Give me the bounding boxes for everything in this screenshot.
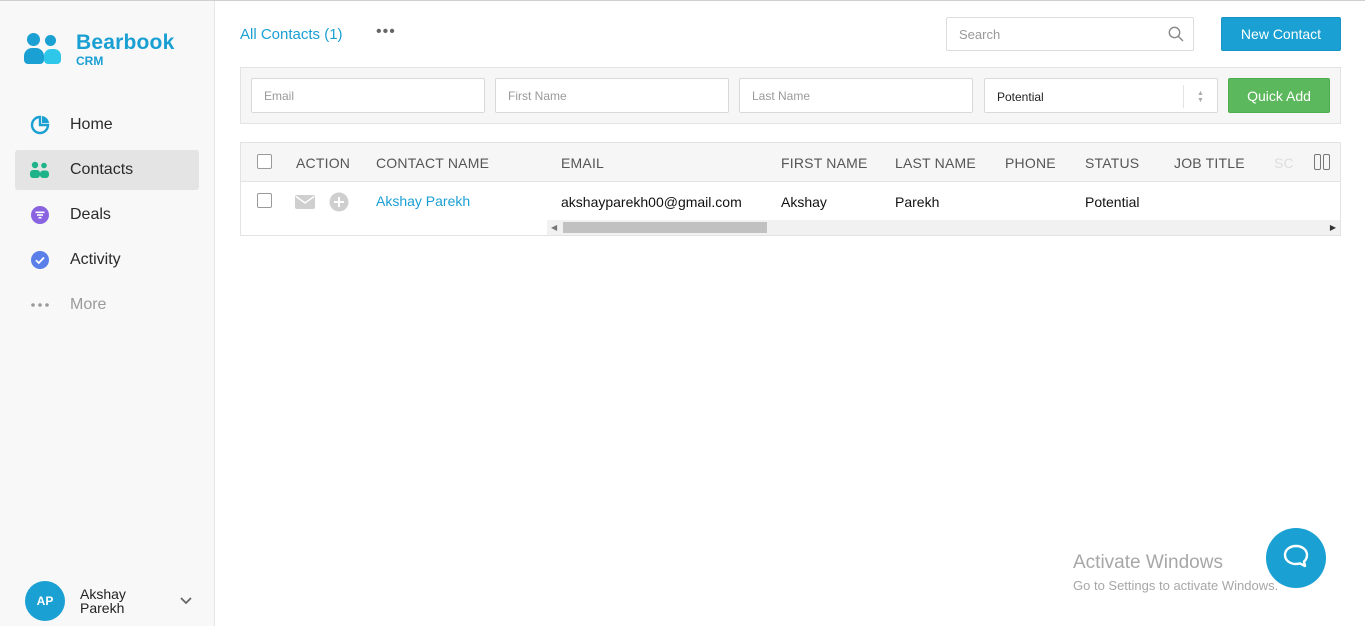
select-all-checkbox[interactable] [257, 154, 272, 169]
funnel-icon [29, 204, 51, 226]
column-header-phone[interactable]: PHONE [1005, 155, 1056, 171]
table-header: ACTION CONTACT NAME EMAIL FIRST NAME LAS… [241, 143, 1340, 182]
chevron-down-icon[interactable] [180, 592, 192, 610]
chat-launcher-button[interactable] [1266, 528, 1326, 588]
sidebar-item-label: More [70, 296, 107, 313]
sidebar-item-activity[interactable]: Activity [15, 240, 199, 280]
search-box[interactable] [946, 17, 1194, 51]
chat-bubble-icon [1283, 544, 1309, 573]
scroll-left-icon[interactable]: ◀ [551, 223, 557, 232]
scrollbar-thumb[interactable] [563, 222, 767, 233]
table-row[interactable]: Akshay Parekh akshayparekh00@gmail.com A… [241, 183, 1340, 221]
new-contact-button[interactable]: New Contact [1221, 17, 1341, 51]
sidebar-item-more[interactable]: More [15, 285, 199, 325]
contacts-table: ACTION CONTACT NAME EMAIL FIRST NAME LAS… [240, 142, 1341, 236]
pie-chart-icon [29, 114, 51, 136]
last-name-field[interactable] [739, 78, 973, 113]
add-circle-icon[interactable] [329, 192, 349, 217]
sidebar: Bearbook CRM Home Contacts Deals Activit… [0, 1, 215, 626]
column-header-partial: SC [1274, 155, 1294, 171]
sidebar-item-home[interactable]: Home [15, 105, 199, 145]
first-name-field[interactable] [495, 78, 729, 113]
more-options-icon[interactable]: ••• [376, 23, 396, 41]
brand-sub: CRM [76, 53, 104, 68]
search-input[interactable] [947, 18, 1157, 50]
contact-email: akshayparekh00@gmail.com [561, 194, 742, 210]
brand-name: Bearbook [76, 30, 175, 54]
avatar: AP [25, 581, 65, 621]
quick-add-button[interactable]: Quick Add [1228, 78, 1330, 113]
people-icon [29, 159, 51, 181]
sidebar-item-contacts[interactable]: Contacts [15, 150, 199, 190]
user-menu[interactable]: AP Akshay Parekh [25, 581, 200, 621]
column-header-action: ACTION [296, 155, 351, 171]
email-field[interactable] [251, 78, 485, 113]
watermark-title: Activate Windows [1073, 552, 1223, 573]
windows-activation-watermark: Activate Windows Go to Settings to activ… [1073, 552, 1278, 593]
column-header-status[interactable]: STATUS [1085, 155, 1139, 171]
column-header-first-name[interactable]: FIRST NAME [781, 155, 868, 171]
horizontal-scrollbar[interactable]: ◀ ▶ [547, 220, 1340, 235]
status-select-value: Potential [997, 90, 1044, 104]
scroll-right-icon[interactable]: ▶ [1330, 223, 1336, 232]
contact-last-name: Parekh [895, 194, 940, 210]
contact-status: Potential [1085, 194, 1140, 210]
status-select[interactable]: Potential ▲ ▼ [984, 78, 1218, 113]
sidebar-nav: Home Contacts Deals Activity More [15, 105, 199, 330]
brand-logo[interactable]: Bearbook CRM [24, 31, 174, 67]
sidebar-item-label: Deals [70, 206, 111, 223]
contact-first-name: Akshay [781, 194, 827, 210]
envelope-icon[interactable] [295, 195, 315, 214]
quick-add-bar: Potential ▲▼ Quick Add [240, 67, 1341, 124]
check-circle-icon [29, 249, 51, 271]
search-icon[interactable] [1168, 26, 1184, 47]
user-name: Akshay Parekh [80, 586, 126, 616]
sidebar-item-label: Contacts [70, 161, 134, 178]
sidebar-item-label: Activity [70, 251, 121, 268]
column-settings-icon[interactable] [1314, 154, 1330, 170]
column-header-job-title[interactable]: JOB TITLE [1174, 155, 1245, 171]
more-dots-icon [29, 294, 51, 316]
column-header-contact-name[interactable]: CONTACT NAME [376, 155, 489, 171]
watermark-subtitle: Go to Settings to activate Windows. [1073, 578, 1279, 593]
column-header-email[interactable]: EMAIL [561, 155, 604, 171]
page-title[interactable]: All Contacts (1) [240, 26, 343, 43]
select-arrows-icon: ▲ ▼ [1183, 85, 1217, 108]
row-checkbox[interactable] [257, 193, 272, 208]
sidebar-item-deals[interactable]: Deals [15, 195, 199, 235]
sidebar-item-label: Home [70, 116, 113, 133]
bearbook-logo-icon [24, 31, 68, 67]
column-header-last-name[interactable]: LAST NAME [895, 155, 976, 171]
contact-name-link[interactable]: Akshay Parekh [376, 193, 470, 209]
